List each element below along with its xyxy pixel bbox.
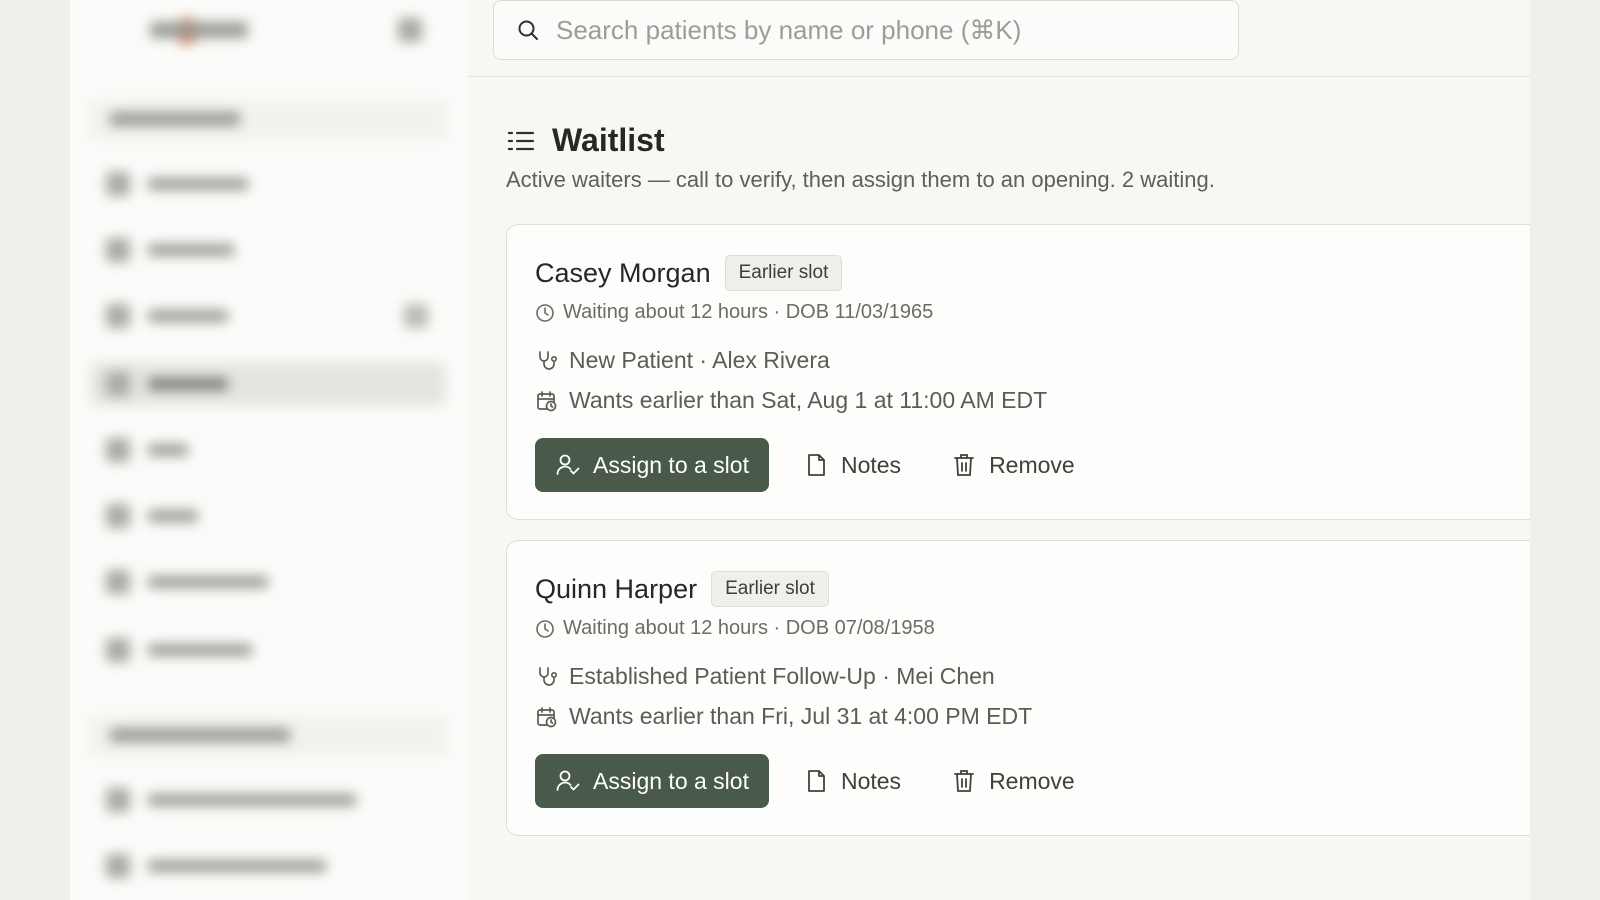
clock-icon [536, 303, 554, 322]
file-icon [808, 454, 825, 476]
search-box[interactable] [493, 0, 1239, 60]
clock-icon [536, 619, 554, 638]
waiter-card: Quinn Harper Earlier slot Waiting about … [506, 540, 1530, 836]
preferred-time-text: Wants earlier than Sat, Aug 1 at 11:00 A… [569, 387, 1048, 413]
status-badge: Earlier slot [711, 571, 829, 607]
waiting-meta-text: Waiting about 12 hours · DOB 11/03/1965 [563, 301, 934, 323]
user-check-icon [556, 770, 580, 791]
patient-name[interactable]: Casey Morgan [535, 258, 711, 289]
visit-info-text: New Patient · Alex Rivera [569, 347, 830, 373]
remove-label: Remove [989, 451, 1075, 478]
stethoscope-icon [539, 666, 558, 686]
trash-icon [954, 770, 974, 792]
visit-info: Established Patient Follow-Up · Mei Chen [535, 663, 995, 690]
status-badge: Earlier slot [724, 255, 843, 291]
search-icon [518, 20, 538, 40]
file-icon [808, 770, 825, 792]
waiter-header: Quinn Harper Earlier slot [535, 571, 829, 607]
sidebar-blurred-content [70, 0, 468, 900]
assign-label: Assign to a slot [593, 767, 749, 794]
waiter-header: Casey Morgan Earlier slot [535, 255, 843, 291]
list-icon [507, 131, 535, 150]
card-actions: Assign to a slot Notes Remove [535, 438, 1091, 492]
waiting-meta: Waiting about 12 hours · DOB 07/08/1958 [535, 617, 935, 640]
assign-to-slot-button[interactable]: Assign to a slot [535, 754, 769, 808]
page-subtitle: Active waiters — call to verify, then as… [506, 167, 1215, 192]
waiter-card: Casey Morgan Earlier slot Waiting about … [506, 224, 1530, 520]
notes-label: Notes [840, 767, 902, 794]
page-title: Waitlist [552, 122, 665, 158]
stethoscope-icon [539, 350, 558, 370]
remove-button[interactable]: Remove [935, 438, 1091, 492]
notes-button[interactable]: Notes [787, 438, 917, 492]
trash-icon [954, 454, 974, 476]
sidebar [70, 0, 468, 900]
notes-button[interactable]: Notes [787, 754, 917, 808]
preferred-time: Wants earlier than Fri, Jul 31 at 4:00 P… [535, 703, 1032, 730]
calendar-clock-icon [537, 390, 557, 411]
search-input[interactable] [556, 14, 1238, 46]
remove-button[interactable]: Remove [935, 754, 1091, 808]
remove-label: Remove [989, 767, 1075, 794]
page-header: Waitlist [506, 122, 665, 159]
calendar-clock-icon [537, 706, 557, 727]
visit-info-text: Established Patient Follow-Up · Mei Chen [569, 663, 995, 689]
waiting-meta: Waiting about 12 hours · DOB 11/03/1965 [535, 301, 933, 324]
waiting-meta-text: Waiting about 12 hours · DOB 07/08/1958 [563, 617, 935, 639]
assign-label: Assign to a slot [593, 451, 749, 478]
window-edge [1530, 0, 1600, 900]
card-actions: Assign to a slot Notes Remove [535, 754, 1091, 808]
top-bar [468, 0, 1530, 77]
user-check-icon [556, 454, 580, 475]
assign-to-slot-button[interactable]: Assign to a slot [535, 438, 769, 492]
main-content: Waitlist Active waiters — call to verify… [468, 0, 1530, 900]
notes-label: Notes [840, 451, 902, 478]
preferred-time: Wants earlier than Sat, Aug 1 at 11:00 A… [535, 387, 1047, 414]
visit-info: New Patient · Alex Rivera [535, 347, 830, 374]
preferred-time-text: Wants earlier than Fri, Jul 31 at 4:00 P… [569, 703, 1033, 729]
patient-name[interactable]: Quinn Harper [535, 574, 697, 605]
